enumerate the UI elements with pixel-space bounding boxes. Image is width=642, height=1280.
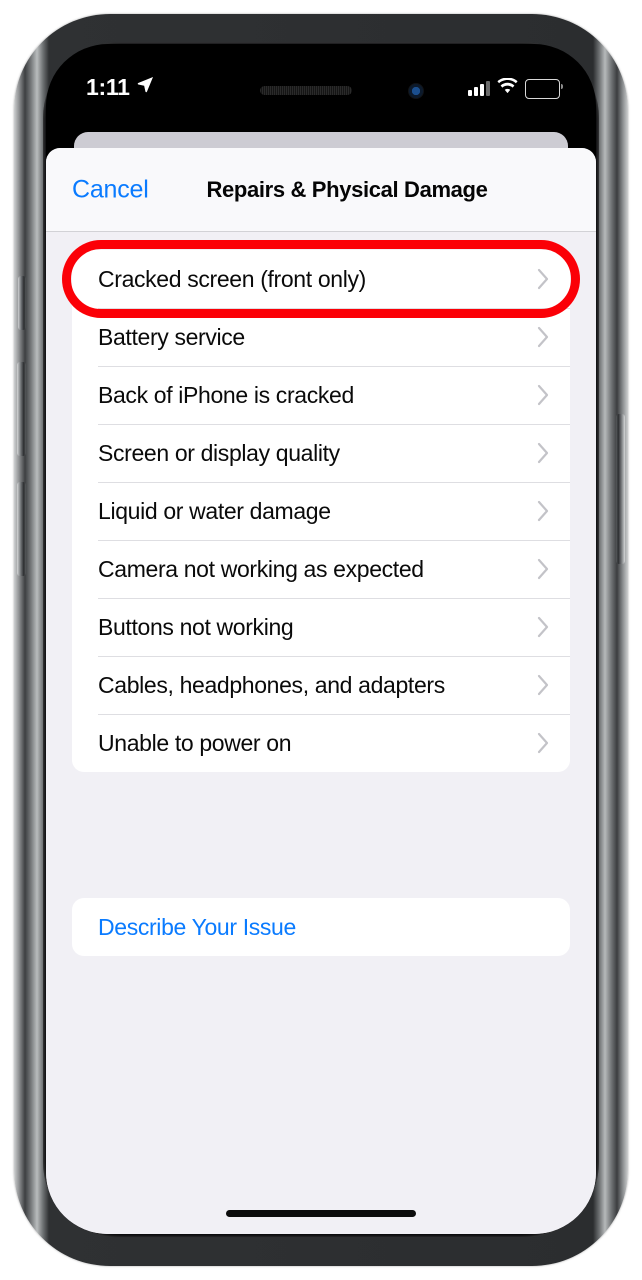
volume-down-button[interactable] [17,482,26,576]
phone-screen: 1:11 Cancel Repairs & Physical Damage Cr… [46,44,596,1234]
chevron-right-icon [537,500,550,522]
list-item-label: Battery service [98,323,245,350]
list-item-label: Screen or display quality [98,439,340,466]
status-indicators [468,77,563,99]
list-item-screen-display-quality[interactable]: Screen or display quality [72,424,570,482]
chevron-right-icon [537,732,550,754]
describe-issue-card: Describe Your Issue [72,898,570,956]
front-camera-icon [408,83,424,99]
mute-switch-button[interactable] [18,276,26,330]
list-item-back-cracked[interactable]: Back of iPhone is cracked [72,366,570,424]
sheet-content: Cracked screen (front only) Battery serv… [46,232,596,1234]
chevron-right-icon [537,268,550,290]
list-item-liquid-damage[interactable]: Liquid or water damage [72,482,570,540]
status-time: 1:11 [86,73,130,100]
navigation-bar: Cancel Repairs & Physical Damage [46,148,596,232]
list-item-battery-service[interactable]: Battery service [72,308,570,366]
describe-your-issue-label: Describe Your Issue [98,913,296,940]
home-indicator[interactable] [226,1210,416,1217]
modal-sheet: Cancel Repairs & Physical Damage Cracked… [46,148,596,1234]
list-item-label: Cables, headphones, and adapters [98,671,445,698]
chevron-right-icon [537,442,550,464]
list-item-label: Back of iPhone is cracked [98,381,354,408]
list-item-camera-not-working[interactable]: Camera not working as expected [72,540,570,598]
list-item-label: Camera not working as expected [98,555,424,582]
issues-list-card: Cracked screen (front only) Battery serv… [72,250,570,772]
notch [218,44,424,74]
describe-your-issue-button[interactable]: Describe Your Issue [72,898,570,956]
chevron-right-icon [537,326,550,348]
earpiece-speaker-icon [260,86,352,95]
list-item-label: Unable to power on [98,729,292,756]
chevron-right-icon [537,558,550,580]
volume-up-button[interactable] [17,362,26,456]
chevron-right-icon [537,674,550,696]
list-item-unable-to-power-on[interactable]: Unable to power on [72,714,570,772]
list-item-cables-headphones-adapters[interactable]: Cables, headphones, and adapters [72,656,570,714]
list-item-cracked-screen[interactable]: Cracked screen (front only) [72,250,570,308]
chevron-right-icon [537,384,550,406]
list-item-label: Liquid or water damage [98,497,331,524]
chevron-right-icon [537,616,550,638]
status-time-group: 1:11 [86,75,155,99]
list-item-buttons-not-working[interactable]: Buttons not working [72,598,570,656]
list-item-label: Cracked screen (front only) [98,265,366,292]
location-arrow-icon [136,75,155,99]
wifi-icon [497,77,518,99]
page-title: Repairs & Physical Damage [206,176,488,202]
list-item-label: Buttons not working [98,613,294,640]
battery-icon [525,78,563,99]
power-button[interactable] [616,414,625,564]
cellular-signal-icon [468,81,490,96]
